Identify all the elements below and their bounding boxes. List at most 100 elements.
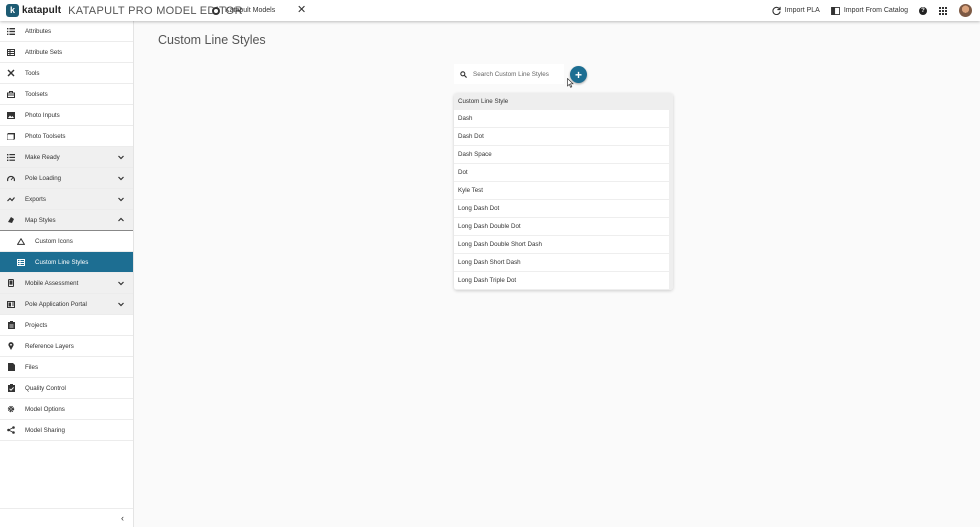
sidebar-item-model-options[interactable]: Model Options (0, 399, 133, 420)
chevron-up-icon (118, 217, 124, 222)
sidebar-item-quality-control[interactable]: Quality Control (0, 378, 133, 399)
list-icon (7, 27, 15, 35)
sidebar-item-mobile-assessment[interactable]: Mobile Assessment (0, 273, 133, 294)
help-icon[interactable]: ? (919, 6, 927, 15)
page-title: Custom Line Styles (158, 33, 266, 47)
table-scrollbar[interactable] (669, 110, 673, 290)
sidebar-item-label: Model Sharing (25, 426, 65, 434)
sidebar-item-label: Model Options (25, 405, 65, 413)
chevron-down-icon (118, 281, 124, 286)
portal-icon (7, 300, 15, 308)
sidebar-item-model-sharing[interactable]: Model Sharing (0, 420, 133, 441)
sidebar-item-label: Make Ready (25, 153, 60, 161)
import-catalog-label: Import From Catalog (843, 7, 908, 14)
sidebar-item-label: Pole Loading (25, 174, 62, 182)
search-box[interactable] (454, 64, 564, 84)
map-pin-icon (7, 342, 15, 350)
mobile-icon (7, 279, 15, 287)
sidebar-item-label: Photo Toolsets (25, 132, 66, 140)
sidebar-item-pole-application-portal[interactable]: Pole Application Portal (0, 294, 133, 315)
export-icon (7, 195, 15, 203)
sidebar-item-photo-toolsets[interactable]: Photo Toolsets (0, 126, 133, 147)
sidebar-item-projects[interactable]: Projects (0, 315, 133, 336)
table-row[interactable]: Dash Space (454, 146, 673, 164)
catalog-icon (830, 6, 840, 15)
sidebar-item-reference-layers[interactable]: Reference Layers (0, 336, 133, 357)
sidebar-item-label: Reference Layers (25, 342, 74, 350)
sidebar-item-photo-inputs[interactable]: Photo Inputs (0, 105, 133, 126)
palette-icon (7, 216, 15, 224)
sidebar-item-files[interactable]: Files (0, 357, 133, 378)
sidebar-item-custom-line-styles[interactable]: Custom Line Styles (0, 252, 133, 273)
table-row[interactable]: Dash Dot (454, 128, 673, 146)
sidebar-item-label: Projects (25, 321, 48, 329)
chevron-left-icon: ‹ (121, 513, 124, 523)
checklist-icon (7, 153, 15, 161)
chevron-down-icon (118, 176, 124, 181)
sidebar-item-label: Toolsets (25, 90, 48, 98)
sidebar-item-label: Files (25, 363, 39, 371)
sidebar-item-attribute-sets[interactable]: Attribute Sets (0, 42, 133, 63)
clipboard-icon (7, 321, 15, 329)
sync-icon (772, 6, 781, 15)
table-row[interactable]: Long Dash Double Dot (454, 218, 673, 236)
sidebar-item-label: Pole Application Portal (25, 300, 87, 308)
sidebar-item-label: Mobile Assessment (25, 279, 79, 287)
search-input[interactable] (473, 70, 558, 78)
search-icon (460, 70, 467, 78)
table-row[interactable]: Long Dash Dot (454, 200, 673, 218)
tools-icon (7, 69, 15, 77)
table-row[interactable]: Kyle Test (454, 182, 673, 200)
line-styles-icon (17, 258, 25, 266)
sidebar-item-tools[interactable]: Tools (0, 63, 133, 84)
katapult-logo[interactable]: k katapult (6, 4, 61, 17)
photo-stack-icon (7, 132, 15, 140)
collapse-sidebar-button[interactable]: ‹ (0, 508, 133, 527)
chevron-down-icon (118, 155, 124, 160)
table-row[interactable]: Long Dash Short Dash (454, 254, 673, 272)
table-row[interactable]: Dot (454, 164, 673, 182)
sidebar-item-make-ready[interactable]: Make Ready (0, 147, 133, 168)
logo-text: katapult (22, 5, 62, 16)
sidebar-item-label: Attribute Sets (25, 48, 63, 56)
sidebar-item-exports[interactable]: Exports (0, 189, 133, 210)
gauge-icon (7, 174, 15, 182)
plus-icon: + (574, 67, 582, 82)
mouse-cursor-icon (567, 78, 574, 88)
sidebar-item-attributes[interactable]: Attributes (0, 21, 133, 42)
katapult-logo-icon: k (6, 4, 19, 17)
table-header[interactable]: Custom Line Style (454, 93, 673, 110)
import-from-catalog-button[interactable]: Import From Catalog (830, 6, 908, 15)
top-bar: k katapult KATAPULT PRO MODEL EDITOR Kat… (0, 0, 980, 21)
share-icon (7, 426, 15, 434)
line-styles-table: Custom Line Style Dash Dash Dot Dash Spa… (454, 93, 673, 290)
sidebar-item-label: Map Styles (25, 216, 56, 224)
avatar[interactable] (959, 4, 972, 17)
apps-grid-icon[interactable] (939, 6, 947, 15)
sidebar-item-toolsets[interactable]: Toolsets (0, 84, 133, 105)
sidebar-item-label: Quality Control (25, 384, 66, 392)
tab-katapult-models[interactable]: Katapult Models (212, 0, 275, 21)
table-icon (7, 48, 15, 56)
sidebar-item-label: Custom Line Styles (35, 258, 89, 266)
gear-icon (7, 405, 15, 413)
table-row[interactable]: Dash (454, 110, 673, 128)
clipboard-check-icon (7, 384, 15, 392)
sidebar-item-pole-loading[interactable]: Pole Loading (0, 168, 133, 189)
chevron-down-icon (118, 302, 124, 307)
sidebar-item-map-styles[interactable]: Map Styles (0, 210, 133, 231)
sidebar-item-custom-icons[interactable]: Custom Icons (0, 231, 133, 252)
close-icon[interactable]: ✕ (297, 3, 306, 16)
import-pla-button[interactable]: Import PLA (772, 6, 820, 15)
sidebar: Attributes Attribute Sets Tools Toolsets… (0, 21, 134, 527)
globe-icon (212, 6, 220, 15)
triangle-icon (17, 237, 25, 245)
import-pla-label: Import PLA (784, 7, 820, 14)
sidebar-item-label: Custom Icons (35, 237, 73, 245)
toolbox-icon (7, 90, 15, 98)
photo-icon (7, 111, 15, 119)
table-row[interactable]: Long Dash Triple Dot (454, 272, 673, 290)
sidebar-item-label: Tools (25, 69, 40, 77)
table-row[interactable]: Long Dash Double Short Dash (454, 236, 673, 254)
sidebar-item-label: Exports (25, 195, 46, 203)
